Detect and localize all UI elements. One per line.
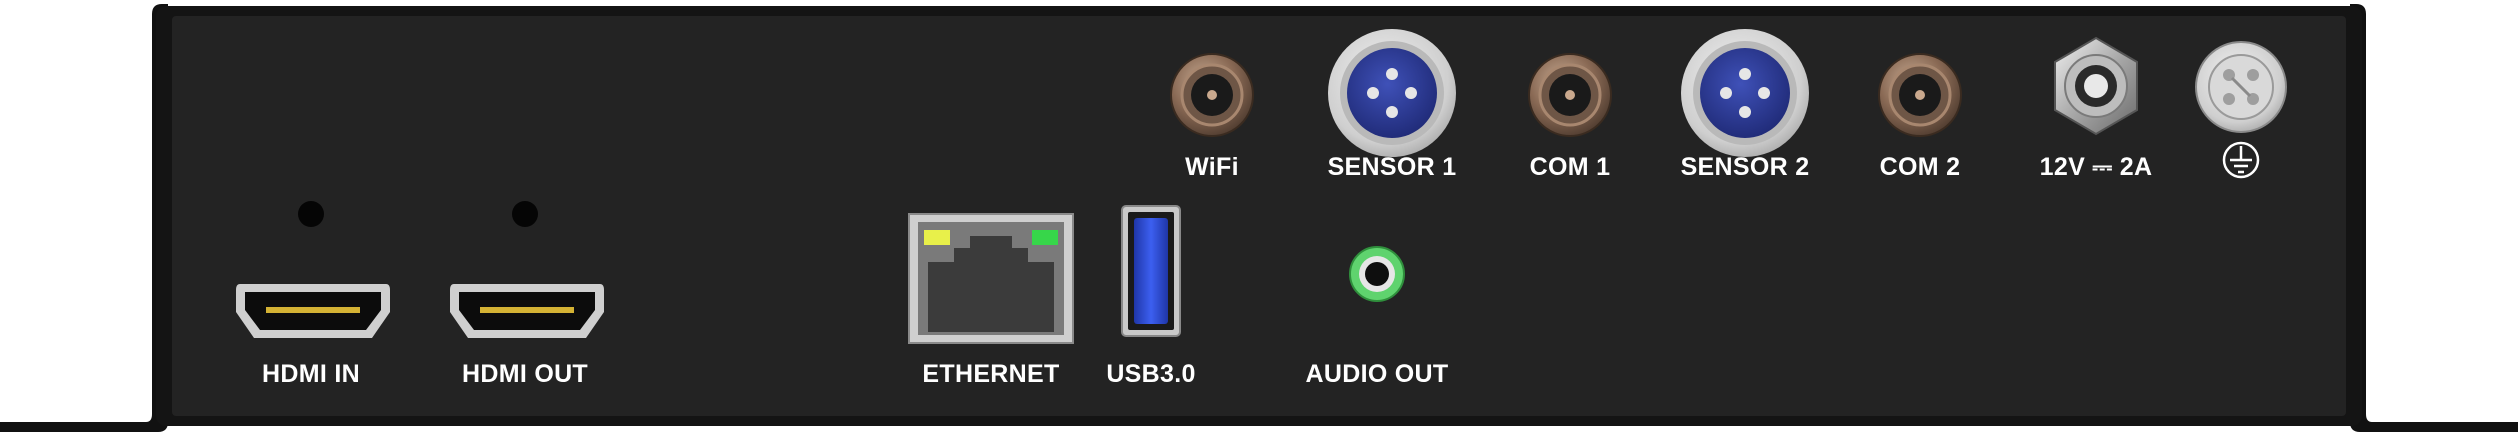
usb3-port[interactable] — [1121, 205, 1181, 337]
wifi-label: WiFi — [1185, 153, 1239, 181]
com-2-connector[interactable] — [1878, 53, 1962, 137]
com-1-connector[interactable] — [1528, 53, 1612, 137]
indicator-hole-right — [512, 201, 538, 227]
hdmi-out-label: HDMI OUT — [462, 360, 588, 388]
audio-out-jack[interactable] — [1349, 246, 1405, 302]
com-1-label: COM 1 — [1529, 153, 1611, 181]
hdmi-out-port[interactable] — [450, 284, 604, 338]
usb-label: USB3.0 — [1106, 360, 1196, 388]
power-label: 12V ⎓ 2A — [2039, 153, 2153, 181]
sensor-2-connector[interactable] — [1681, 29, 1809, 157]
sensor-1-connector[interactable] — [1328, 29, 1456, 157]
mounting-bracket-left — [0, 4, 168, 432]
ethernet-port[interactable] — [908, 213, 1074, 344]
hdmi-in-port[interactable] — [236, 284, 390, 338]
mounting-bracket-right — [2350, 4, 2518, 432]
ground-terminal[interactable] — [2195, 41, 2287, 133]
com-2-label: COM 2 — [1879, 153, 1961, 181]
sensor-1-label: SENSOR 1 — [1327, 153, 1457, 181]
device-rear-panel: WiFi SENSOR 1 COM 1 SENSOR 2 COM 2 12V ⎓… — [0, 0, 2518, 437]
sensor-2-label: SENSOR 2 — [1680, 153, 1810, 181]
ethernet-label: ETHERNET — [922, 360, 1060, 388]
indicator-hole-left — [298, 201, 324, 227]
audio-out-label: AUDIO OUT — [1305, 360, 1449, 388]
wifi-antenna-connector[interactable] — [1170, 53, 1254, 137]
hdmi-in-label: HDMI IN — [262, 360, 360, 388]
